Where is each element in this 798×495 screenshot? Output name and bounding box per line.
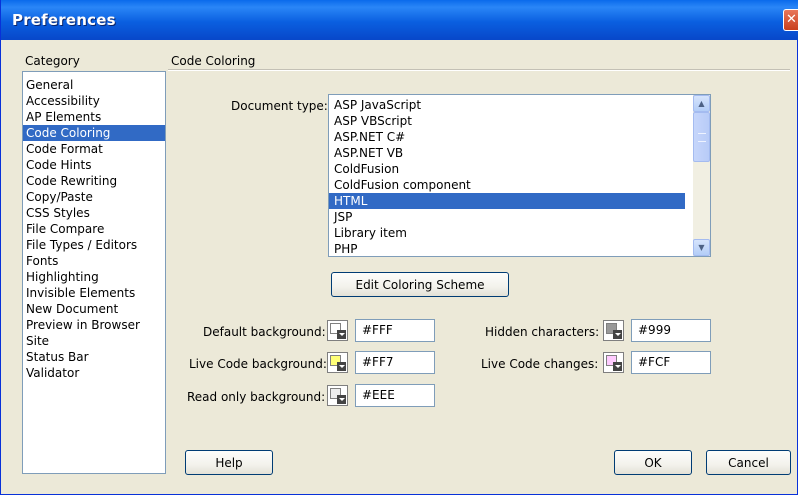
category-item[interactable]: Code Coloring bbox=[23, 125, 165, 141]
read-only-background-input[interactable]: #EEE bbox=[355, 384, 435, 407]
document-type-item[interactable]: ASP JavaScript bbox=[329, 97, 691, 113]
dropdown-arrow-icon bbox=[337, 330, 346, 339]
document-type-item[interactable]: HTML bbox=[329, 193, 685, 209]
category-item[interactable]: File Types / Editors bbox=[23, 237, 165, 253]
category-item[interactable]: Accessibility bbox=[23, 93, 165, 109]
dropdown-arrow-icon bbox=[337, 395, 346, 404]
default-background-label: Default background: bbox=[203, 325, 326, 339]
document-type-item[interactable]: ASP.NET C# bbox=[329, 129, 691, 145]
live-code-changes-input[interactable]: #FCF bbox=[631, 351, 711, 374]
hidden-characters-swatch[interactable] bbox=[603, 320, 624, 341]
close-icon[interactable]: ✕ bbox=[786, 10, 798, 29]
live-code-changes-swatch[interactable] bbox=[603, 352, 624, 373]
document-type-label: Document type: bbox=[231, 99, 328, 113]
scroll-up-button[interactable]: ▲ bbox=[693, 95, 710, 112]
chevron-down-icon[interactable]: ▼ bbox=[698, 243, 704, 252]
category-item[interactable]: Invisible Elements bbox=[23, 285, 165, 301]
cancel-label: Cancel bbox=[728, 455, 769, 470]
ok-button[interactable]: OK bbox=[614, 450, 692, 475]
preferences-dialog: Preferences ✕ Category Code Coloring Gen… bbox=[0, 0, 798, 495]
cancel-button[interactable]: Cancel bbox=[706, 450, 791, 475]
category-item[interactable]: General bbox=[23, 77, 165, 93]
window-title: Preferences bbox=[12, 11, 116, 29]
dropdown-arrow-icon bbox=[337, 362, 346, 371]
document-type-item[interactable]: PHP bbox=[329, 241, 691, 256]
default-background-swatch[interactable] bbox=[327, 320, 348, 341]
document-type-scrollbar[interactable]: ▲ ▼ bbox=[693, 95, 710, 256]
category-item[interactable]: Highlighting bbox=[23, 269, 165, 285]
category-list[interactable]: General Accessibility AP Elements Code Colo… bbox=[22, 71, 166, 474]
document-type-item[interactable]: Library item bbox=[329, 225, 691, 241]
live-code-background-swatch[interactable] bbox=[327, 352, 348, 373]
category-item[interactable]: Code Rewriting bbox=[23, 173, 165, 189]
document-type-item[interactable]: ColdFusion bbox=[329, 161, 691, 177]
read-only-background-swatch[interactable] bbox=[327, 385, 348, 406]
category-item[interactable]: CSS Styles bbox=[23, 205, 165, 221]
category-item[interactable]: File Compare bbox=[23, 221, 165, 237]
document-type-list[interactable]: ASP JavaScript ASP VBScript ASP.NET C# ASP.… bbox=[328, 94, 711, 257]
category-item[interactable]: New Document bbox=[23, 301, 165, 317]
document-type-item[interactable]: JSP bbox=[329, 209, 691, 225]
category-item[interactable]: AP Elements bbox=[23, 109, 165, 125]
live-code-changes-label: Live Code changes: bbox=[481, 357, 599, 371]
dropdown-arrow-icon bbox=[613, 330, 622, 339]
edit-coloring-scheme-label: Edit Coloring Scheme bbox=[355, 277, 485, 292]
document-type-item[interactable]: ASP VBScript bbox=[329, 113, 691, 129]
live-code-background-label: Live Code background: bbox=[189, 357, 327, 371]
hidden-characters-input[interactable]: #999 bbox=[631, 319, 711, 342]
chevron-up-icon[interactable]: ▲ bbox=[698, 99, 704, 108]
panel-heading: Code Coloring bbox=[171, 54, 256, 68]
category-item[interactable]: Copy/Paste bbox=[23, 189, 165, 205]
scroll-thumb[interactable] bbox=[693, 112, 710, 162]
dropdown-arrow-icon bbox=[613, 362, 622, 371]
read-only-background-label: Read only background: bbox=[187, 390, 326, 404]
help-button[interactable]: Help bbox=[185, 450, 273, 475]
close-button[interactable]: ✕ bbox=[783, 9, 798, 31]
category-item[interactable]: Site bbox=[23, 333, 165, 349]
category-item[interactable]: Fonts bbox=[23, 253, 165, 269]
hidden-characters-label: Hidden characters: bbox=[485, 325, 600, 339]
category-heading: Category bbox=[25, 54, 80, 68]
document-type-item[interactable]: ASP.NET VB bbox=[329, 145, 691, 161]
edit-coloring-scheme-button[interactable]: Edit Coloring Scheme bbox=[331, 272, 509, 297]
category-item[interactable]: Preview in Browser bbox=[23, 317, 165, 333]
scroll-down-button[interactable]: ▼ bbox=[693, 239, 710, 256]
category-item[interactable]: Code Hints bbox=[23, 157, 165, 173]
document-type-item[interactable]: ColdFusion component bbox=[329, 177, 691, 193]
category-item[interactable]: Code Format bbox=[23, 141, 165, 157]
heading-divider bbox=[168, 69, 790, 71]
help-label: Help bbox=[215, 455, 243, 470]
default-background-input[interactable]: #FFF bbox=[355, 319, 435, 342]
ok-label: OK bbox=[644, 455, 662, 470]
category-item[interactable]: Validator bbox=[23, 365, 165, 381]
title-bar[interactable]: Preferences ✕ bbox=[1, 0, 798, 40]
category-item[interactable]: Status Bar bbox=[23, 349, 165, 365]
live-code-background-input[interactable]: #FF7 bbox=[355, 351, 435, 374]
